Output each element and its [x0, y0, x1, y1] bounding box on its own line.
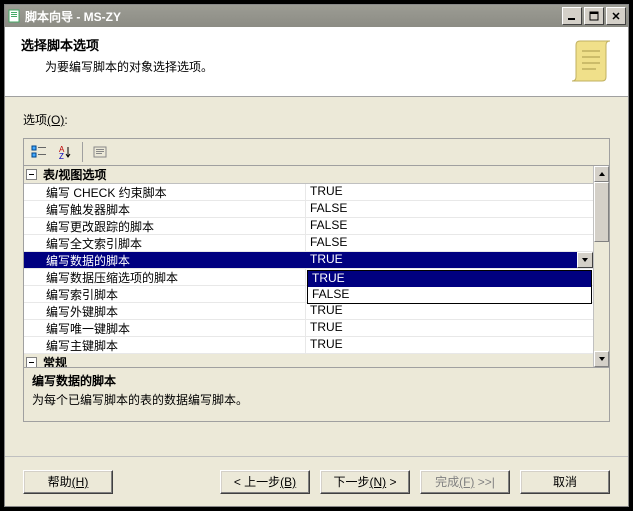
collapse-icon[interactable]: [26, 357, 37, 368]
close-button[interactable]: [606, 7, 626, 25]
property-row[interactable]: 编写外键脚本TRUE: [24, 303, 593, 320]
value-dropdown[interactable]: TRUE FALSE: [307, 270, 592, 304]
collapse-icon[interactable]: [26, 169, 37, 180]
scroll-down-button[interactable]: [594, 351, 609, 367]
alphabetical-button[interactable]: AZ: [54, 142, 76, 162]
property-name: 编写全文索引脚本: [24, 235, 306, 251]
dropdown-button[interactable]: [577, 252, 593, 268]
help-button[interactable]: 帮助(H): [23, 470, 113, 494]
back-button[interactable]: < 上一步(B): [220, 470, 310, 494]
property-row[interactable]: 编写更改跟踪的脚本FALSE: [24, 218, 593, 235]
vertical-scrollbar[interactable]: [593, 166, 609, 367]
finish-button: 完成(F) >>|: [420, 470, 510, 494]
property-name: 编写数据的脚本: [24, 252, 306, 268]
cancel-button[interactable]: 取消: [520, 470, 610, 494]
categorized-button[interactable]: [28, 142, 50, 162]
description-body: 为每个已编写脚本的表的数据编写脚本。: [32, 391, 601, 408]
property-name: 编写更改跟踪的脚本: [24, 218, 306, 234]
wizard-footer: 帮助(H) < 上一步(B) 下一步(N) > 完成(F) >>| 取消: [5, 456, 628, 506]
script-banner-icon: [570, 37, 618, 85]
dropdown-option[interactable]: TRUE: [308, 271, 591, 287]
category-label: 常规: [43, 354, 67, 368]
property-row[interactable]: 编写唯一键脚本TRUE: [24, 320, 593, 337]
header-title: 选择脚本选项: [21, 35, 612, 54]
property-name: 编写数据压缩选项的脚本: [24, 269, 306, 285]
property-name: 编写唯一键脚本: [24, 320, 306, 336]
property-value[interactable]: TRUE: [306, 320, 593, 336]
options-label: 选项(O):: [23, 111, 610, 128]
property-value[interactable]: FALSE: [306, 235, 593, 251]
description-title: 编写数据的脚本: [32, 372, 601, 389]
property-value[interactable]: TRUE: [306, 303, 593, 319]
category-row[interactable]: 常规: [24, 354, 593, 368]
window-title: 脚本向导 - MS-ZY: [25, 8, 560, 25]
scroll-thumb[interactable]: [594, 182, 609, 242]
property-row[interactable]: 编写触发器脚本FALSE: [24, 201, 593, 218]
property-row[interactable]: 编写全文索引脚本FALSE: [24, 235, 593, 252]
property-name: 编写索引脚本: [24, 286, 306, 302]
header-subtitle: 为要编写脚本的对象选择选项。: [45, 58, 612, 75]
property-value[interactable]: FALSE: [306, 201, 593, 217]
app-icon: [7, 9, 21, 23]
property-value[interactable]: TRUE: [306, 252, 593, 268]
property-toolbar: AZ: [23, 138, 610, 166]
property-row-selected[interactable]: 编写数据的脚本TRUE: [24, 252, 593, 269]
property-name: 编写外键脚本: [24, 303, 306, 319]
category-label: 表/视图选项: [43, 166, 106, 183]
maximize-button[interactable]: [584, 7, 604, 25]
property-row[interactable]: 编写 CHECK 约束脚本TRUE: [24, 184, 593, 201]
property-value[interactable]: TRUE: [306, 184, 593, 200]
minimize-button[interactable]: [562, 7, 582, 25]
property-grid: 表/视图选项 编写 CHECK 约束脚本TRUE 编写触发器脚本FALSE 编写…: [23, 166, 610, 368]
property-name: 编写触发器脚本: [24, 201, 306, 217]
svg-text:Z: Z: [59, 152, 64, 160]
next-button[interactable]: 下一步(N) >: [320, 470, 410, 494]
description-panel: 编写数据的脚本 为每个已编写脚本的表的数据编写脚本。: [23, 368, 610, 422]
property-name: 编写主键脚本: [24, 337, 306, 353]
dropdown-option[interactable]: FALSE: [308, 287, 591, 303]
category-row[interactable]: 表/视图选项: [24, 166, 593, 184]
property-name: 编写 CHECK 约束脚本: [24, 184, 306, 200]
property-pages-button[interactable]: [89, 142, 111, 162]
scroll-up-button[interactable]: [594, 166, 609, 182]
title-bar: 脚本向导 - MS-ZY: [5, 5, 628, 27]
wizard-header: 选择脚本选项 为要编写脚本的对象选择选项。: [5, 27, 628, 97]
property-row[interactable]: 编写主键脚本TRUE: [24, 337, 593, 354]
property-value[interactable]: FALSE: [306, 218, 593, 234]
property-value[interactable]: TRUE: [306, 337, 593, 353]
